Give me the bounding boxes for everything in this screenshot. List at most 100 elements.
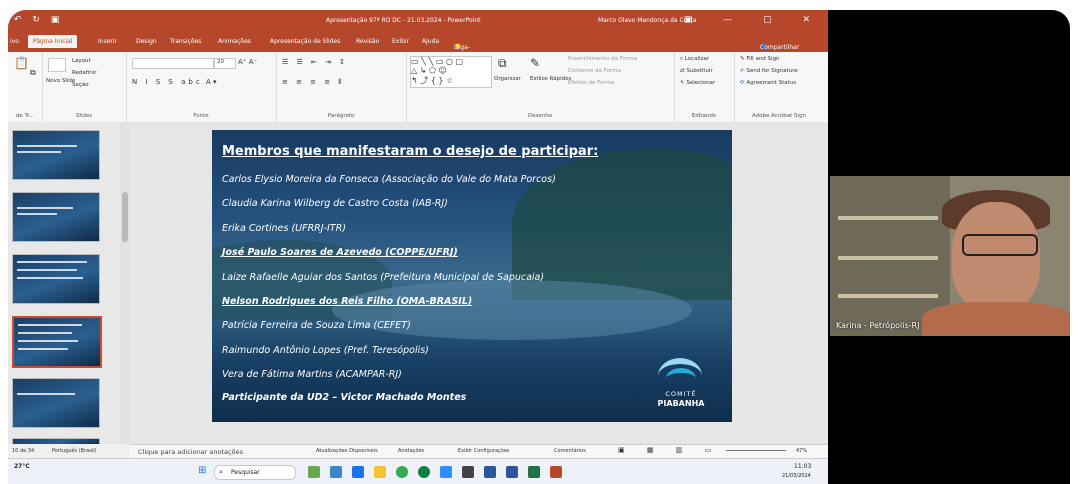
- new-slide-icon[interactable]: [48, 58, 66, 72]
- slide-thumbnail[interactable]: [12, 254, 100, 304]
- taskbar-app-icon[interactable]: [462, 466, 474, 478]
- participant-video-tile[interactable]: Karina - Petrópolis-RJ: [830, 176, 1070, 336]
- scrollbar-thumb[interactable]: [122, 192, 128, 242]
- layout-button[interactable]: Layout: [72, 58, 91, 64]
- member-entry[interactable]: José Paulo Soares de Azevedo (COPPE/UFRJ…: [222, 247, 458, 258]
- taskbar-search[interactable]: ⌕ Pesquisar: [214, 465, 296, 480]
- annotations-button[interactable]: Anotações: [398, 448, 424, 454]
- new-slide-button[interactable]: Novo Slide: [46, 78, 75, 84]
- clock-date[interactable]: 21/03/2024: [782, 473, 811, 479]
- tab-home[interactable]: Página Inicial: [28, 35, 78, 48]
- font-format-buttons[interactable]: N I S S abc: [132, 78, 203, 86]
- slide-title[interactable]: Membros que manifestaram o desejo de par…: [222, 144, 598, 159]
- grow-font-icon[interactable]: A⁺ A⁻: [238, 58, 257, 66]
- taskbar-zoom-icon[interactable]: [440, 466, 452, 478]
- arrange-icon[interactable]: ⧉: [498, 56, 507, 71]
- quick-styles-button[interactable]: Estilos Rápidos: [530, 76, 571, 82]
- font-size-value: 20: [217, 59, 224, 65]
- tab-file[interactable]: ivo: [10, 38, 19, 45]
- shapes-gallery[interactable]: ▭ ╲ ╲ ▭ ○ ▢ △ ↳ ⬠ ☺ ↰ ⤴ { } ☆: [410, 56, 492, 88]
- quick-styles-icon[interactable]: ✎: [530, 56, 540, 70]
- bullets-icon[interactable]: ☰ ☰ ⇤ ⇥ ↕: [282, 58, 348, 66]
- paste-icon[interactable]: 📋: [14, 56, 29, 70]
- quick-access-toolbar[interactable]: ↶ ↻ ▣: [14, 15, 63, 25]
- taskbar-edge-icon[interactable]: [418, 466, 430, 478]
- tab-help[interactable]: Ajuda: [422, 38, 439, 45]
- language-indicator[interactable]: Português (Brasil): [52, 448, 97, 454]
- slide-footer-text[interactable]: Participante da UD2 – Victor Machado Mon…: [222, 392, 466, 403]
- find-button[interactable]: ⌕ Localizar: [680, 56, 709, 63]
- windows-start-icon[interactable]: ⊞: [198, 465, 206, 476]
- taskbar-powerpoint-icon[interactable]: [550, 466, 562, 478]
- taskbar-explorer-icon[interactable]: [352, 466, 364, 478]
- taskbar-app-icon[interactable]: [506, 466, 518, 478]
- view-mode-icons[interactable]: ▣ ▦ ▥ ▭: [618, 446, 721, 454]
- member-entry[interactable]: Vera de Fátima Martins (ACAMPAR-RJ): [222, 369, 402, 380]
- font-name-select[interactable]: [132, 58, 214, 69]
- thumbnails-scrollbar[interactable]: [120, 122, 130, 444]
- arrange-button[interactable]: Organizar: [494, 76, 521, 82]
- share-label: Compartilhar: [760, 44, 800, 51]
- font-color-icon[interactable]: A ▾: [206, 78, 217, 86]
- tab-view[interactable]: Exibir: [392, 38, 409, 45]
- tab-animations[interactable]: Animações: [218, 38, 251, 45]
- copy-icon[interactable]: ⧉: [30, 68, 36, 78]
- taskbar-folder-icon[interactable]: [374, 466, 386, 478]
- shape-effects-button[interactable]: Efeitos de Forma: [568, 80, 614, 86]
- current-slide[interactable]: Membros que manifestaram o desejo de par…: [212, 130, 732, 422]
- weather-widget[interactable]: 27°C: [14, 463, 30, 470]
- window-controls[interactable]: ▣ — ▢ ✕: [684, 15, 824, 25]
- font-size-select[interactable]: 20: [214, 58, 236, 69]
- shape-outline-button[interactable]: Contorno da Forma: [568, 68, 621, 74]
- shape-fill-button[interactable]: Preenchimento da Forma: [568, 56, 637, 62]
- select-button[interactable]: ↖ Selecionar: [680, 80, 715, 86]
- member-entry[interactable]: Claudia Karina Wilberg de Castro Costa (…: [222, 198, 448, 209]
- status-bar-left: 10 de 34 Português (Brasil): [8, 444, 130, 458]
- signature-icon: ✍: [740, 68, 745, 74]
- agreement-status-button[interactable]: ⟳ Agreement Status: [740, 80, 796, 86]
- replace-button[interactable]: ⇄ Substituir: [680, 68, 713, 74]
- member-entry[interactable]: Patrícia Ferreira de Souza Lima (CEFET): [222, 320, 411, 331]
- tab-slideshow[interactable]: Apresentação de Slides: [270, 38, 340, 45]
- tab-review[interactable]: Revisão: [356, 38, 379, 45]
- slide-thumbnail-selected[interactable]: [12, 316, 102, 368]
- member-entry[interactable]: Carlos Elysio Moreira da Fonseca (Associ…: [222, 174, 556, 185]
- member-entry[interactable]: Erika Cortines (UFRRJ-ITR): [222, 223, 346, 234]
- slide-editor: Membros que manifestaram o desejo de par…: [130, 122, 828, 444]
- view-settings-button[interactable]: Exibir Configurações: [458, 448, 510, 454]
- send-signature-button[interactable]: ✍ Send for Signature: [740, 68, 798, 74]
- fill-sign-button[interactable]: ✎ Fill and Sign: [740, 56, 780, 62]
- section-button[interactable]: Seção: [72, 82, 89, 88]
- group-editing: ⌕ Localizar ⇄ Substituir ↖ Selecionar Ed…: [674, 52, 735, 122]
- zoom-level[interactable]: 47%: [796, 448, 807, 454]
- group-clipboard: 📋 ⧉ de Tr...: [8, 52, 43, 122]
- title-bar: ↶ ↻ ▣ Apresentação 97ª RO DC - 21.03.202…: [8, 10, 828, 32]
- group-label-paragraph: Parágrafo: [327, 113, 355, 119]
- updates-indicator[interactable]: Atualizações Disponíveis: [316, 448, 378, 454]
- fill-sign-label: Fill and Sign: [746, 56, 780, 62]
- taskbar-excel-icon[interactable]: [528, 466, 540, 478]
- taskbar-word-icon[interactable]: [484, 466, 496, 478]
- group-acrobat: ✎ Fill and Sign ✍ Send for Signature ⟳ A…: [734, 52, 824, 122]
- taskbar-chrome-icon[interactable]: [396, 466, 408, 478]
- clock-time[interactable]: 11:03: [794, 463, 811, 470]
- user-name[interactable]: Marco Olavo Mendonça da Costa: [598, 17, 697, 24]
- slide-thumbnail[interactable]: [12, 378, 100, 428]
- member-entry[interactable]: Laize Rafaelle Aguiar dos Santos (Prefei…: [222, 272, 544, 283]
- tab-transitions[interactable]: Transições: [170, 38, 201, 45]
- slide-thumbnail[interactable]: [12, 130, 100, 180]
- logo-arc: [666, 368, 696, 389]
- taskbar-app-icon[interactable]: [330, 466, 342, 478]
- tab-insert[interactable]: Inserir: [98, 38, 117, 45]
- member-entry[interactable]: Nelson Rodrigues dos Reis Filho (OMA-BRA…: [222, 296, 472, 307]
- tab-design[interactable]: Design: [136, 38, 157, 45]
- taskbar-app-icon[interactable]: [308, 466, 320, 478]
- ribbon: 📋 ⧉ de Tr... Novo Slide Layout Redefinir…: [8, 52, 828, 123]
- comments-button[interactable]: Comentários: [554, 448, 586, 454]
- member-entry[interactable]: Raimundo Antônio Lopes (Pref. Teresópoli…: [222, 345, 429, 356]
- zoom-slider[interactable]: [726, 450, 786, 451]
- align-icons[interactable]: ≡ ≡ ≡ ≡ ⫴: [282, 78, 344, 87]
- status-icon: ⟳: [740, 80, 745, 86]
- slide-thumbnail[interactable]: [12, 192, 100, 242]
- reset-button[interactable]: Redefinir: [72, 70, 97, 76]
